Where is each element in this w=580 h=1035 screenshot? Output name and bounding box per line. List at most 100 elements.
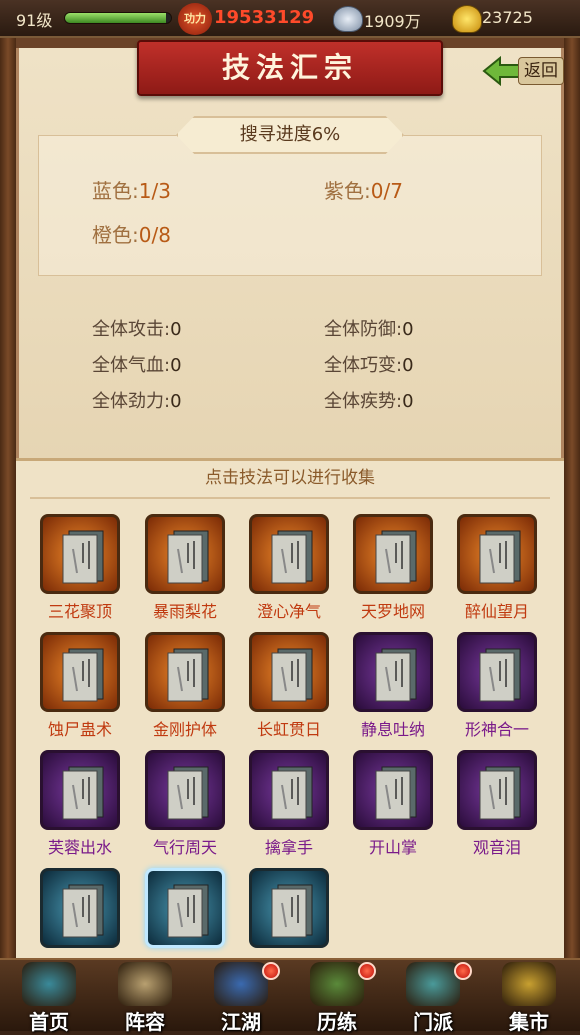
skill-tile[interactable]: [249, 868, 329, 948]
notification-dot: [262, 962, 280, 980]
manual-book-icon: [375, 648, 417, 702]
nav-item[interactable]: 首页: [4, 960, 94, 1034]
attr-value: 0: [170, 355, 182, 376]
skill-tile[interactable]: [40, 868, 120, 948]
manual-book-icon: [62, 884, 104, 938]
skill-tile[interactable]: [353, 514, 433, 594]
attr-skill: 全体巧变:0: [324, 351, 414, 377]
silver-value: 1909万: [364, 12, 421, 31]
nav-item[interactable]: 历练: [292, 960, 382, 1034]
frame-right: [564, 38, 580, 1031]
skill-tile[interactable]: [145, 750, 225, 830]
skill-tile[interactable]: [353, 750, 433, 830]
manual-book-icon: [271, 766, 313, 820]
skill-tile[interactable]: [40, 514, 120, 594]
skill-name: 开山掌: [368, 838, 417, 857]
attr-label: 全体巧变:: [324, 355, 403, 376]
attr-value: 0: [170, 319, 182, 340]
attr-label: 全体防御:: [324, 319, 403, 340]
skill-name: 金刚护体: [152, 720, 217, 739]
attr-attack: 全体攻击:0: [92, 315, 182, 341]
back-arrow-icon: [482, 56, 521, 86]
gold-ingot-icon: [452, 5, 482, 33]
nav-item[interactable]: 集市: [484, 960, 574, 1034]
attr-value: 0: [402, 355, 414, 376]
manual-book-icon: [167, 884, 209, 938]
purple-count-label: 紫色:: [324, 179, 371, 203]
power-value: 19533129: [214, 7, 315, 28]
attr-hp: 全体气血:0: [92, 351, 182, 377]
manual-book-icon: [167, 648, 209, 702]
notification-dot: [454, 962, 472, 980]
gold-value: 23725: [482, 8, 533, 27]
formation-icon: [118, 962, 172, 1006]
skill-tile[interactable]: [145, 514, 225, 594]
blue-count: 蓝色:1/3: [92, 175, 171, 204]
skill-tile[interactable]: [40, 632, 120, 712]
manual-book-icon: [271, 648, 313, 702]
title-banner: 技法汇宗: [137, 40, 443, 96]
attr-value: 0: [402, 391, 414, 412]
silver-icon: [333, 6, 363, 32]
jianghu-icon: [214, 962, 268, 1006]
attr-strength: 全体劲力:0: [92, 387, 182, 413]
skill-tile[interactable]: [353, 632, 433, 712]
back-button[interactable]: 返回: [482, 56, 566, 86]
attr-speed: 全体疾势:0: [324, 387, 414, 413]
nav-item[interactable]: 门派: [388, 960, 478, 1034]
attr-label: 全体劲力:: [92, 391, 171, 412]
attr-label: 全体疾势:: [324, 391, 403, 412]
skill-tile[interactable]: [249, 514, 329, 594]
manual-book-icon: [62, 530, 104, 584]
attr-label: 全体气血:: [92, 355, 171, 376]
progress-tab: 搜寻进度6%: [176, 116, 404, 154]
manual-book-icon: [271, 530, 313, 584]
divider: [30, 497, 550, 499]
home-icon: [22, 962, 76, 1006]
status-bar: 91级 功力 19533129 1909万 23725: [0, 0, 580, 38]
manual-book-icon: [62, 648, 104, 702]
sect-icon: [406, 962, 460, 1006]
player-level: 91级: [16, 11, 53, 30]
back-button-label: 返回: [518, 57, 564, 85]
skill-tile[interactable]: [249, 750, 329, 830]
exp-bar-fill: [65, 13, 166, 23]
skill-tile[interactable]: [457, 632, 537, 712]
attr-value: 0: [170, 391, 182, 412]
skill-tile[interactable]: [249, 632, 329, 712]
skill-name: 蚀尸蛊术: [47, 720, 112, 739]
attr-defense: 全体防御:0: [324, 315, 414, 341]
nav-item[interactable]: 阵容: [100, 960, 190, 1034]
orange-count: 橙色:0/8: [92, 219, 171, 248]
frame-left: [0, 38, 16, 1031]
manual-book-icon: [479, 648, 521, 702]
skill-name: 暴雨梨花: [152, 602, 217, 621]
skill-name: 芙蓉出水: [47, 838, 112, 857]
manual-book-icon: [479, 530, 521, 584]
manual-book-icon: [62, 766, 104, 820]
progress-box: [38, 135, 542, 276]
nav-item[interactable]: 江湖: [196, 960, 286, 1034]
manual-book-icon: [375, 766, 417, 820]
skill-tile[interactable]: [40, 750, 120, 830]
skill-name: 醉仙望月: [464, 602, 529, 621]
page-title: 技法汇宗: [221, 51, 358, 84]
attr-value: 0: [402, 319, 414, 340]
skill-name: 澄心净气: [256, 602, 321, 621]
orange-count-label: 橙色:: [92, 223, 139, 247]
skill-name: 静息吐纳: [360, 720, 425, 739]
skill-name: 长虹贯日: [256, 720, 321, 739]
manual-book-icon: [167, 530, 209, 584]
power-icon: 功力: [178, 3, 212, 35]
manual-book-icon: [271, 884, 313, 938]
blue-count-label: 蓝色:: [92, 179, 139, 203]
skill-name: 形神合一: [464, 720, 529, 739]
skill-tile[interactable]: [145, 868, 225, 948]
skill-name: 气行周天: [152, 838, 217, 857]
skill-tile[interactable]: [145, 632, 225, 712]
progress-label: 搜寻进度6%: [239, 124, 341, 145]
skill-tile[interactable]: [457, 514, 537, 594]
skill-tile[interactable]: [457, 750, 537, 830]
skill-name: 擒拿手: [264, 838, 313, 857]
exp-bar: [64, 12, 172, 24]
